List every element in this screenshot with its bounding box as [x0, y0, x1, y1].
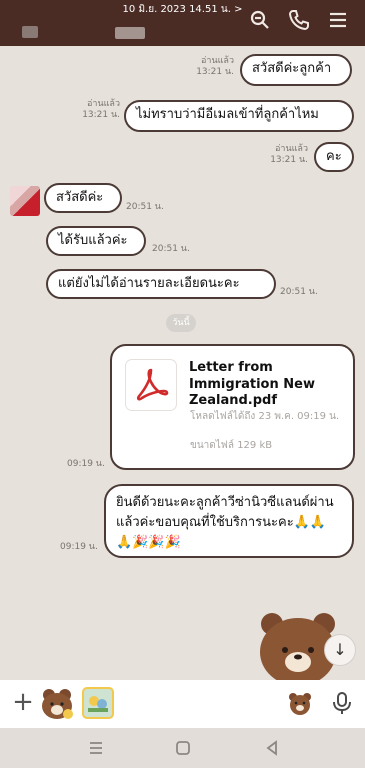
message-input-bar: + — [0, 680, 365, 728]
home-icon[interactable] — [173, 738, 193, 758]
message-bubble-received[interactable]: ได้รับแล้วค่ะ — [46, 226, 146, 256]
date-divider: วันนี้ — [166, 314, 196, 332]
message-meta: อ่านแล้ว 13:21 น. — [80, 99, 120, 121]
scroll-to-bottom-button[interactable]: ↓ — [324, 634, 356, 666]
system-navigation-bar — [0, 728, 365, 768]
message-time: 20:51 น. — [280, 287, 318, 297]
back-icon[interactable] — [262, 738, 282, 758]
message-meta: อ่านแล้ว 13:21 น. — [196, 56, 234, 78]
pdf-file-icon — [126, 360, 176, 410]
message-text: ยินดีด้วยนะคะลูกค้าวีซ่านิวซีแลนด์ผ่านแล… — [116, 495, 334, 551]
message-bubble-sent[interactable]: สวัสดีค่ะลูกค้า — [240, 54, 352, 86]
message-input[interactable] — [122, 688, 281, 720]
message-text: สวัสดีค่ะลูกค้า — [252, 61, 332, 76]
message-time: 09:19 น. — [60, 542, 98, 552]
read-receipt: อ่านแล้ว — [201, 56, 234, 66]
read-receipt: อ่านแล้ว — [275, 144, 308, 154]
message-bubble-sent[interactable]: ยินดีด้วยนะคะลูกค้าวีซ่านิวซีแลนด์ผ่านแล… — [104, 484, 354, 558]
avatar[interactable] — [10, 186, 40, 216]
blurred-contact-name — [115, 27, 145, 39]
message-bubble-sent[interactable]: ไม่ทราบว่ามีอีเมลเข้าที่ลูกค้าไหม — [124, 100, 354, 132]
message-text: คะ — [326, 149, 342, 164]
message-time: 20:51 น. — [152, 244, 190, 254]
file-size: ขนาดไฟล์ 129 kB — [190, 440, 273, 451]
menu-icon[interactable] — [326, 8, 350, 32]
image-icon — [88, 696, 108, 712]
message-text: แต่ยังไม่ได้อ่านรายละเอียดนะคะ — [58, 276, 240, 291]
chat-area[interactable]: อ่านแล้ว 13:21 น. สวัสดีค่ะลูกค้า อ่านแล… — [0, 46, 365, 680]
file-expiry: โหลดไฟล์ได้ถึง 23 พ.ค. 09:19 น. — [190, 411, 340, 422]
message-text: ไม่ทราบว่ามีอีเมลเข้าที่ลูกค้าไหม — [136, 107, 319, 122]
recent-apps-icon[interactable] — [86, 738, 106, 758]
message-bubble-sent[interactable]: คะ — [314, 142, 354, 172]
plus-icon[interactable]: + — [10, 689, 36, 716]
blurred-back-area — [22, 26, 38, 38]
message-time: 09:19 น. — [67, 459, 105, 469]
message-time: 13:21 น. — [82, 109, 120, 120]
message-bubble-received[interactable]: แต่ยังไม่ได้อ่านรายละเอียดนะคะ — [46, 269, 276, 299]
message-bubble-received[interactable]: สวัสดีค่ะ — [44, 183, 122, 213]
search-icon[interactable] — [248, 8, 272, 32]
message-time: 13:21 น. — [270, 154, 308, 165]
file-message[interactable]: Letter from Immigration New Zealand.pdf … — [110, 344, 355, 470]
gallery-button[interactable] — [82, 687, 114, 719]
chat-header: 10 มิ.ย. 2023 14.51 น. > — [0, 0, 365, 46]
message-time: 20:51 น. — [126, 202, 164, 212]
microphone-icon[interactable] — [328, 689, 356, 717]
message-meta: อ่านแล้ว 13:21 น. — [268, 144, 308, 166]
message-time: 13:21 น. — [196, 66, 234, 77]
sticker-button[interactable] — [40, 686, 74, 720]
phone-icon[interactable] — [287, 8, 311, 32]
file-name: Letter from Immigration New Zealand.pdf — [189, 360, 315, 409]
read-receipt: อ่านแล้ว — [87, 99, 120, 109]
message-text: ได้รับแล้วค่ะ — [58, 233, 128, 248]
emoji-icon[interactable] — [287, 690, 313, 716]
message-text: สวัสดีค่ะ — [56, 190, 104, 205]
